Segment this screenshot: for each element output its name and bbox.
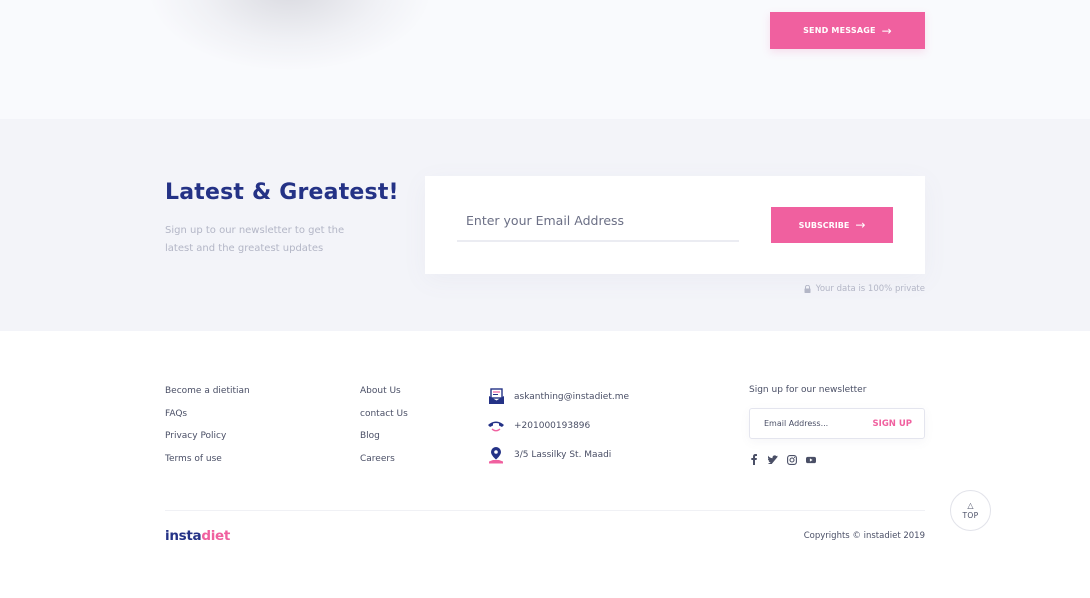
brand-part-1: insta [165, 528, 202, 544]
brand-logo[interactable]: instadiet [165, 528, 230, 544]
triangle-up-icon: △ [967, 500, 974, 510]
arrow-right-icon: → [855, 218, 866, 232]
contact-phone-row[interactable]: +201000193896 [487, 411, 629, 440]
contact-email-row[interactable]: askanthing@instadiet.me [487, 382, 629, 411]
send-message-button[interactable]: SEND MESSAGE → [770, 12, 925, 49]
copyright-text: Copyrights © instadiet 2019 [803, 531, 925, 541]
newsletter-description: Sign up to our newsletter to get the lat… [165, 225, 345, 254]
twitter-icon[interactable] [768, 454, 778, 465]
newsletter-section: Latest & Greatest! Sign up to our newsle… [0, 119, 1090, 331]
lock-icon [804, 284, 811, 293]
privacy-note: Your data is 100% private [804, 284, 925, 294]
contact-info: askanthing@instadiet.me +201000193896 3/… [487, 382, 629, 469]
footer-links-column-2: About Us contact Us Blog Careers [360, 384, 408, 475]
facebook-icon[interactable] [749, 454, 759, 465]
footer-link-contact-us[interactable]: contact Us [360, 407, 408, 430]
newsletter-card: SUBSCRIBE → [425, 176, 925, 274]
subscribe-label: SUBSCRIBE [798, 220, 850, 230]
footer-link-careers[interactable]: Careers [360, 452, 408, 475]
footer-divider [165, 510, 925, 511]
sign-up-button[interactable]: SIGN UP [873, 409, 912, 438]
footer-link-privacy-policy[interactable]: Privacy Policy [165, 429, 250, 452]
back-to-top-label: TOP [962, 510, 979, 520]
footer-email-input[interactable] [764, 409, 864, 438]
mail-icon [487, 388, 505, 406]
newsletter-email-input[interactable] [457, 200, 739, 242]
instagram-icon[interactable] [787, 454, 797, 465]
subscribe-button[interactable]: SUBSCRIBE → [771, 207, 893, 243]
send-message-label: SEND MESSAGE [803, 26, 876, 35]
footer-link-terms-of-use[interactable]: Terms of use [165, 452, 250, 475]
footer-signup-title: Sign up for our newsletter [749, 385, 867, 395]
footer-links-column-1: Become a dietitian FAQs Privacy Policy T… [165, 384, 250, 475]
footer: Become a dietitian FAQs Privacy Policy T… [0, 331, 1090, 598]
privacy-text: Your data is 100% private [815, 284, 925, 294]
youtube-icon[interactable] [806, 454, 816, 465]
location-pin-icon [487, 446, 505, 464]
newsletter-title: Latest & Greatest! [165, 180, 399, 205]
phone-icon [487, 417, 505, 435]
contact-phone: +201000193896 [514, 420, 591, 431]
arrow-right-icon: → [881, 23, 892, 38]
contact-address: 3/5 Lassilky St. Maadi [514, 449, 612, 460]
footer-link-faqs[interactable]: FAQs [165, 407, 250, 430]
back-to-top-button[interactable]: △ TOP [950, 490, 991, 531]
footer-link-about-us[interactable]: About Us [360, 384, 408, 407]
decorative-blur [150, 0, 430, 70]
contact-section: SEND MESSAGE → [0, 0, 1090, 119]
brand-part-2: diet [201, 528, 231, 544]
social-links [749, 454, 816, 465]
footer-signup-form: SIGN UP [749, 408, 925, 439]
footer-link-become-dietitian[interactable]: Become a dietitian [165, 384, 250, 407]
footer-link-blog[interactable]: Blog [360, 429, 408, 452]
contact-email: askanthing@instadiet.me [514, 391, 630, 402]
contact-address-row[interactable]: 3/5 Lassilky St. Maadi [487, 440, 629, 469]
